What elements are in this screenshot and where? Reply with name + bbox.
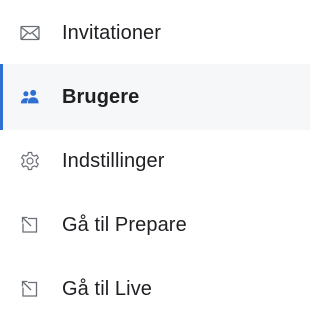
sidebar-nav: Invitationer Brugere Indstillinger Gå ti… — [0, 0, 310, 325]
nav-item-label: Invitationer — [62, 22, 162, 44]
envelope-icon — [20, 23, 40, 43]
nav-item-label: Indstillinger — [62, 150, 165, 172]
active-indicator — [0, 64, 3, 130]
nav-item-invitations[interactable]: Invitationer — [0, 0, 310, 66]
nav-item-label: Gå til Live — [62, 278, 153, 300]
nav-item-users[interactable]: Brugere — [0, 64, 310, 130]
gear-icon — [20, 151, 40, 171]
external-link-icon — [20, 215, 40, 235]
external-link-icon — [20, 279, 40, 299]
nav-item-label: Gå til Prepare — [62, 214, 187, 236]
nav-item-label: Brugere — [62, 86, 140, 108]
users-icon — [20, 87, 40, 107]
nav-item-goto-live[interactable]: Gå til Live — [0, 256, 310, 322]
nav-item-settings[interactable]: Indstillinger — [0, 128, 310, 194]
nav-item-goto-prepare[interactable]: Gå til Prepare — [0, 192, 310, 258]
